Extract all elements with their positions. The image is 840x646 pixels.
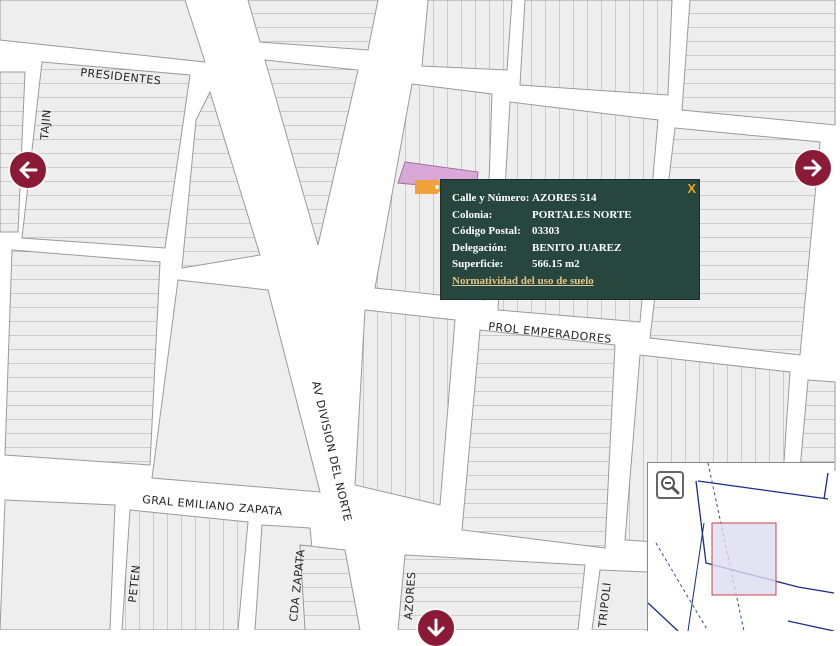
city-block — [354, 309, 456, 506]
popup-row-address: Calle y Número: AZORES 514 — [452, 190, 689, 207]
overview-map[interactable] — [647, 462, 834, 631]
pan-right-button[interactable] — [795, 150, 831, 186]
popup-label: Delegación: — [452, 241, 507, 254]
popup-label: Código Postal: — [452, 225, 521, 237]
street-label-av-division-del-norte: AV DIVISION DEL NORTE — [309, 380, 354, 523]
popup-label: Superficie: — [452, 258, 504, 270]
city-block — [0, 499, 116, 630]
overview-viewport-box[interactable] — [711, 522, 777, 596]
city-block — [681, 0, 836, 126]
popup-row-colonia: Colonia: PORTALES NORTE — [452, 207, 689, 224]
popup-value: BENITO JUAREZ — [532, 241, 622, 254]
close-popup-button[interactable]: X — [687, 181, 696, 196]
popup-row-superficie: Superficie: 566.15 m2 — [452, 256, 689, 273]
zoom-out-icon — [661, 476, 680, 495]
city-block — [247, 0, 379, 51]
street-label-tajin: TAJIN — [38, 109, 54, 142]
city-block — [151, 279, 321, 493]
popup-row-delegacion: Delegación: BENITO JUAREZ — [452, 240, 689, 257]
popup-value: 566.15 m2 — [532, 258, 580, 270]
popup-value: AZORES 514 — [532, 192, 597, 204]
popup-label: Calle y Número: — [452, 192, 530, 204]
pan-down-button[interactable] — [418, 610, 454, 646]
city-block — [299, 544, 361, 630]
city-block — [519, 0, 673, 96]
arrow-down-icon — [427, 618, 445, 637]
popup-row-postal-code: Código Postal: 03303 — [452, 223, 689, 240]
popup-value: 03303 — [532, 225, 560, 237]
city-block — [4, 249, 161, 466]
zoom-out-button[interactable] — [656, 471, 684, 499]
city-block — [461, 329, 616, 549]
arrow-right-icon — [803, 159, 822, 177]
parcel-info-popup: X Calle y Número: AZORES 514 Colonia: PO… — [440, 179, 700, 300]
popup-value: PORTALES NORTE — [532, 208, 632, 221]
popup-label: Colonia: — [452, 208, 493, 221]
city-block — [799, 379, 836, 471]
city-block — [421, 0, 513, 71]
city-block — [21, 61, 191, 249]
arrow-left-icon — [19, 161, 38, 179]
city-block — [264, 59, 359, 246]
pan-left-button[interactable] — [10, 152, 46, 188]
city-block — [181, 90, 261, 269]
land-use-regulation-link[interactable]: Normatividad del uso de suelo — [452, 273, 689, 290]
city-block — [0, 0, 206, 63]
